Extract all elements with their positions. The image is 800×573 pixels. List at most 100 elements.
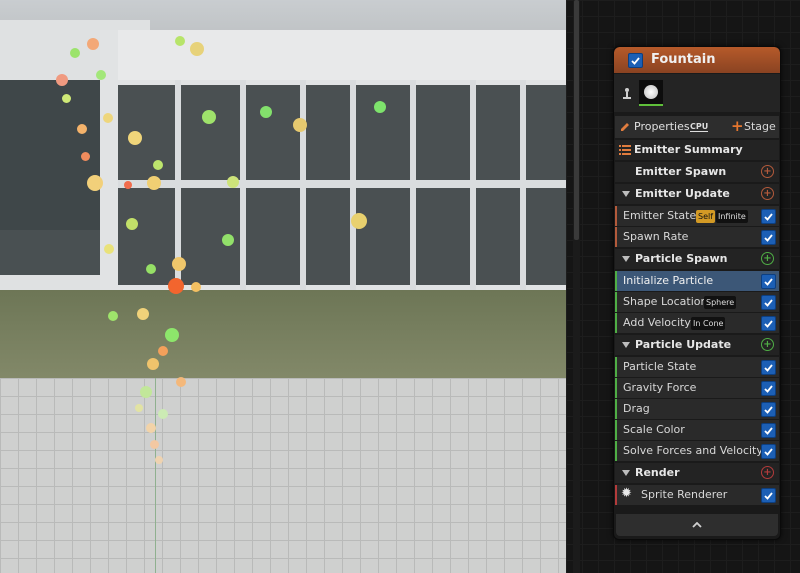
particle xyxy=(146,423,156,433)
particle xyxy=(62,94,71,103)
particle xyxy=(147,176,161,190)
particle xyxy=(374,101,386,113)
emitter-update-label: Emitter Update xyxy=(635,187,730,200)
particle-spawn-label: Particle Spawn xyxy=(635,252,728,265)
particle xyxy=(260,106,272,118)
enable-checkbox[interactable] xyxy=(628,53,643,68)
module-drag[interactable]: Drag xyxy=(615,399,779,419)
particle xyxy=(158,346,168,356)
emitter-summary-row[interactable]: Emitter Summary xyxy=(615,140,779,160)
particle xyxy=(147,358,159,370)
particle xyxy=(135,404,143,412)
module-sprite-renderer[interactable]: ✹ Sprite Renderer xyxy=(615,485,779,505)
particle xyxy=(155,456,163,464)
module-spawn-rate[interactable]: Spawn Rate xyxy=(615,227,779,247)
properties-label: Properties xyxy=(634,120,690,133)
module-emitter-state[interactable]: Emitter State Self Infinite xyxy=(615,206,779,226)
sprite-renderer-icon: ✹ xyxy=(621,486,632,501)
particle-update-label: Particle Update xyxy=(635,338,732,351)
particle xyxy=(104,244,114,254)
module-enable-checkbox[interactable] xyxy=(761,423,776,438)
add-module-icon[interactable]: + xyxy=(761,466,774,479)
module-label: Emitter State xyxy=(623,209,697,222)
sphere-tag: Sphere xyxy=(704,296,737,309)
module-enable-checkbox[interactable] xyxy=(761,209,776,224)
module-label: Gravity Force xyxy=(623,381,697,394)
collapse-triangle-icon[interactable] xyxy=(622,191,630,197)
module-label: Spawn Rate xyxy=(623,230,689,243)
module-enable-checkbox[interactable] xyxy=(761,444,776,459)
render-label: Render xyxy=(635,466,680,479)
add-module-icon[interactable]: + xyxy=(761,187,774,200)
particle xyxy=(126,218,138,230)
module-scale-color[interactable]: Scale Color xyxy=(615,420,779,440)
emitter-spawn-row[interactable]: Emitter Spawn + xyxy=(615,162,779,182)
module-label: Add Velocity xyxy=(623,316,691,329)
collapse-node-button[interactable] xyxy=(616,514,778,536)
in-cone-tag: In Cone xyxy=(691,317,726,330)
particle xyxy=(137,308,149,320)
module-add-velocity[interactable]: Add Velocity In Cone xyxy=(615,313,779,333)
add-module-icon[interactable]: + xyxy=(761,165,774,178)
stage-plus-icon[interactable]: + xyxy=(731,117,744,135)
floor-band xyxy=(118,180,566,188)
module-label: Shape Location xyxy=(623,295,708,308)
module-enable-checkbox[interactable] xyxy=(761,230,776,245)
render-row[interactable]: Render + xyxy=(615,463,779,483)
thumbnail-bar xyxy=(614,74,780,112)
module-solve-forces[interactable]: Solve Forces and Velocity xyxy=(615,441,779,461)
particle-spawn-row[interactable]: Particle Spawn + xyxy=(615,249,779,269)
emitter-update-row[interactable]: Emitter Update + xyxy=(615,184,779,204)
stage-accent xyxy=(615,441,617,461)
module-initialize-particle[interactable]: Initialize Particle xyxy=(615,271,779,291)
collapse-triangle-icon[interactable] xyxy=(622,256,630,262)
particle xyxy=(172,257,186,271)
module-label: Initialize Particle xyxy=(623,274,714,287)
module-shape-location[interactable]: Shape Location Sphere xyxy=(615,292,779,312)
emitter-node[interactable]: Fountain Properties CPU + Stage Emitter … xyxy=(613,46,781,540)
stage-accent xyxy=(615,292,617,312)
particle xyxy=(165,328,179,342)
add-module-icon[interactable]: + xyxy=(761,252,774,265)
stage-accent xyxy=(615,399,617,419)
list-icon xyxy=(619,145,631,155)
module-enable-checkbox[interactable] xyxy=(761,274,776,289)
viewport[interactable] xyxy=(0,0,566,573)
collapse-triangle-icon[interactable] xyxy=(622,342,630,348)
particle xyxy=(128,131,142,145)
sprite-preview-icon xyxy=(644,85,658,99)
cpu-badge: CPU xyxy=(690,122,709,132)
stage-accent xyxy=(615,206,617,226)
module-gravity-force[interactable]: Gravity Force xyxy=(615,378,779,398)
editor-root: Fountain Properties CPU + Stage Emitter … xyxy=(0,0,800,573)
properties-row[interactable]: Properties CPU + Stage xyxy=(615,116,779,138)
module-enable-checkbox[interactable] xyxy=(761,295,776,310)
stage-accent xyxy=(615,271,617,291)
graph-scrollbar-thumb[interactable] xyxy=(574,0,579,240)
stage-button[interactable]: Stage xyxy=(744,120,776,133)
particle xyxy=(158,409,168,419)
particle xyxy=(87,175,103,191)
module-enable-checkbox[interactable] xyxy=(761,402,776,417)
particle xyxy=(77,124,87,134)
module-enable-checkbox[interactable] xyxy=(761,381,776,396)
lawn xyxy=(0,290,566,390)
node-header[interactable]: Fountain xyxy=(614,47,780,73)
particle xyxy=(293,118,307,132)
collapse-triangle-icon[interactable] xyxy=(622,470,630,476)
module-enable-checkbox[interactable] xyxy=(761,360,776,375)
particle xyxy=(175,36,185,46)
add-module-icon[interactable]: + xyxy=(761,338,774,351)
particle-update-row[interactable]: Particle Update + xyxy=(615,335,779,355)
particle xyxy=(176,377,186,387)
stage-accent xyxy=(615,227,617,247)
module-particle-state[interactable]: Particle State xyxy=(615,357,779,377)
module-enable-checkbox[interactable] xyxy=(761,316,776,331)
module-enable-checkbox[interactable] xyxy=(761,488,776,503)
particle xyxy=(146,264,156,274)
material-thumbnail[interactable] xyxy=(639,80,663,106)
module-label: Drag xyxy=(623,402,650,415)
self-tag: Self xyxy=(696,210,716,223)
particle xyxy=(70,48,80,58)
particle xyxy=(56,74,68,86)
